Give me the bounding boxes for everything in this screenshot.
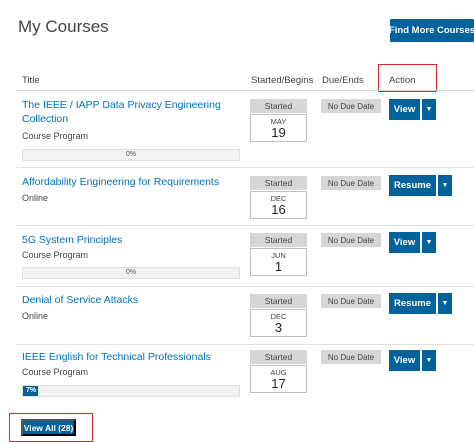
- course-title-link[interactable]: The IEEE / IAPP Data Privacy Engineering…: [22, 98, 242, 126]
- start-day: 19: [271, 125, 286, 140]
- table-row: IEEE English for Technical Professionals…: [16, 349, 474, 404]
- due-date-badge: No Due Date: [321, 233, 381, 247]
- row-divider: [16, 286, 474, 287]
- action-button-group: Resume ▼: [389, 293, 452, 314]
- column-header-title: Title: [22, 75, 40, 86]
- action-button-group: Resume ▼: [389, 175, 452, 196]
- start-date: MAY 19: [250, 114, 307, 142]
- table-row: The IEEE / IAPP Data Privacy Engineering…: [16, 98, 474, 166]
- progress-text: 0%: [125, 269, 137, 276]
- find-more-courses-button[interactable]: Find More Courses: [390, 19, 474, 42]
- row-divider: [16, 167, 474, 168]
- column-header-started: Started/Begins: [251, 75, 314, 86]
- row-divider: [16, 225, 474, 226]
- started-badge: Started: [250, 294, 307, 308]
- start-date: DEC 16: [250, 191, 307, 219]
- course-type: Course Program: [22, 367, 89, 377]
- column-header-due: Due/Ends: [322, 75, 364, 86]
- action-button-group: View ▼: [389, 99, 436, 120]
- start-day: 3: [274, 320, 283, 335]
- course-title-link[interactable]: Denial of Service Attacks: [22, 293, 242, 307]
- due-date-badge: No Due Date: [321, 350, 381, 364]
- course-title-link[interactable]: Affordability Engineering for Requiremen…: [22, 175, 242, 189]
- caret-down-icon[interactable]: ▼: [422, 99, 436, 120]
- progress-bar: 0%: [22, 149, 240, 161]
- table-row: Affordability Engineering for Requiremen…: [16, 174, 474, 224]
- started-badge: Started: [250, 233, 307, 247]
- highlight-box-view-all: [9, 413, 93, 442]
- started-badge: Started: [250, 99, 307, 113]
- course-title-link[interactable]: 5G System Principles: [22, 233, 242, 247]
- course-type: Online: [22, 311, 49, 321]
- caret-down-icon[interactable]: ▼: [438, 293, 452, 314]
- action-button-group: View ▼: [389, 232, 436, 253]
- due-date-badge: No Due Date: [321, 99, 381, 113]
- start-day: 17: [271, 376, 286, 391]
- resume-button[interactable]: Resume: [389, 293, 436, 314]
- course-type: Course Program: [22, 131, 89, 141]
- header-divider: [16, 90, 474, 91]
- start-day: 1: [274, 259, 283, 274]
- action-button-group: View ▼: [389, 350, 436, 371]
- progress-bar: 7%: [22, 385, 240, 397]
- started-badge: Started: [250, 176, 307, 190]
- caret-down-icon[interactable]: ▼: [438, 175, 452, 196]
- course-type: Online: [22, 193, 49, 203]
- start-day: 16: [271, 202, 286, 217]
- due-date-badge: No Due Date: [321, 294, 381, 308]
- start-date: JUN 1: [250, 248, 307, 276]
- table-row: 5G System Principles Course Program 0% S…: [16, 231, 474, 286]
- start-date: AUG 17: [250, 365, 307, 393]
- page-title: My Courses: [18, 17, 109, 36]
- start-date: DEC 3: [250, 309, 307, 337]
- started-badge: Started: [250, 350, 307, 364]
- progress-text: 7%: [26, 387, 37, 394]
- table-row: Denial of Service Attacks Online Started…: [16, 292, 474, 342]
- highlight-box-action: [378, 64, 437, 92]
- course-type: Course Program: [22, 250, 89, 260]
- view-button[interactable]: View: [389, 99, 420, 120]
- progress-bar: 0%: [22, 267, 240, 279]
- due-date-badge: No Due Date: [321, 176, 381, 190]
- row-divider: [16, 344, 474, 345]
- view-button[interactable]: View: [389, 232, 420, 253]
- resume-button[interactable]: Resume: [389, 175, 436, 196]
- course-title-link[interactable]: IEEE English for Technical Professionals: [22, 350, 242, 364]
- view-button[interactable]: View: [389, 350, 420, 371]
- progress-text: 0%: [125, 151, 137, 158]
- caret-down-icon[interactable]: ▼: [422, 232, 436, 253]
- caret-down-icon[interactable]: ▼: [422, 350, 436, 371]
